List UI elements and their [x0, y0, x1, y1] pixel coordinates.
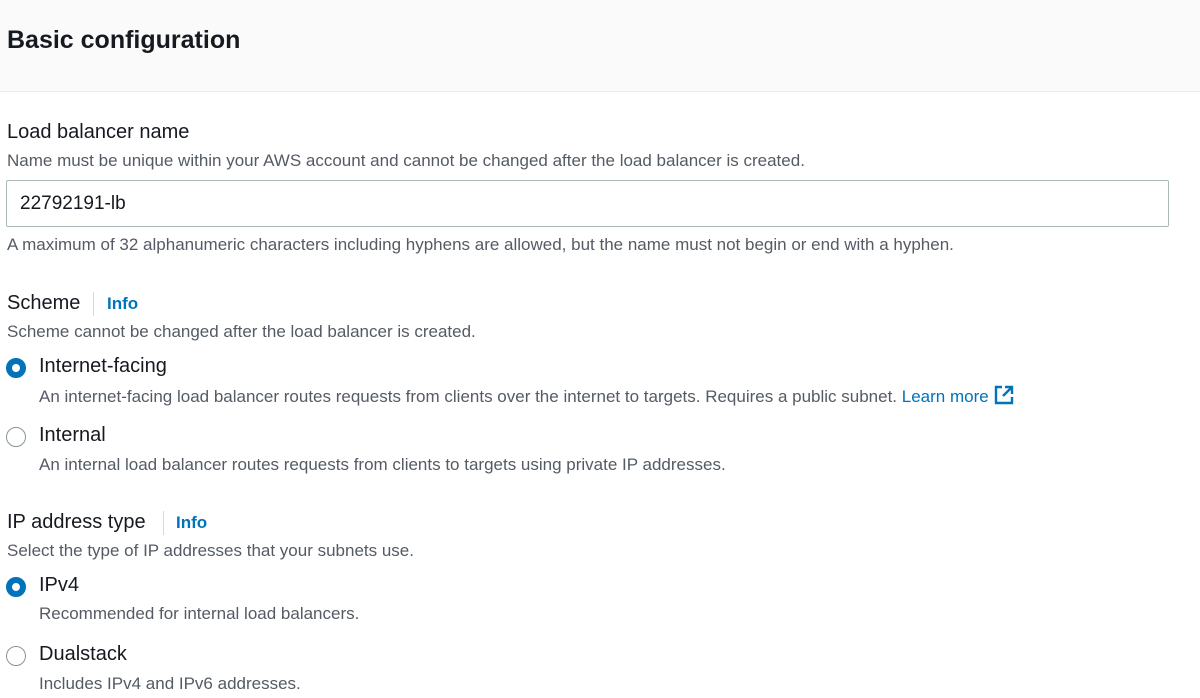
scheme-label: Scheme [7, 292, 81, 314]
scheme-internet-facing-label[interactable]: Internet-facing [39, 355, 167, 378]
ip-type-ipv4-radio[interactable] [6, 577, 26, 597]
section-header: Basic configuration [0, 0, 1200, 92]
learn-more-link[interactable]: Learn more [902, 385, 1014, 406]
learn-more-link-text[interactable]: Learn more [902, 387, 989, 406]
ip-type-ipv4-description: Recommended for internal load balancers. [39, 604, 360, 623]
scheme-internal-radio[interactable] [6, 427, 26, 447]
ip-address-type-info-link[interactable]: Info [176, 513, 207, 533]
scheme-info-link[interactable]: Info [107, 294, 138, 314]
ip-type-dualstack-radio[interactable] [6, 646, 26, 666]
load-balancer-name-constraint: A maximum of 32 alphanumeric characters … [7, 235, 954, 254]
scheme-internet-facing-description-text: An internet-facing load balancer routes … [39, 387, 898, 406]
ip-address-type-info-divider [163, 511, 164, 535]
load-balancer-name-input[interactable] [6, 180, 1169, 227]
scheme-internal-description: An internal load balancer routes request… [39, 455, 726, 474]
section-title: Basic configuration [7, 26, 241, 54]
scheme-description: Scheme cannot be changed after the load … [7, 322, 476, 341]
ip-address-type-description: Select the type of IP addresses that you… [7, 541, 414, 560]
ip-type-ipv4-label[interactable]: IPv4 [39, 574, 79, 597]
scheme-internal-label[interactable]: Internal [39, 424, 106, 447]
scheme-internet-facing-description: An internet-facing load balancer routes … [39, 385, 1014, 410]
ip-type-dualstack-description: Includes IPv4 and IPv6 addresses. [39, 674, 301, 693]
scheme-info-divider [93, 292, 94, 316]
external-link-icon [994, 385, 1014, 410]
ip-type-dualstack-label[interactable]: Dualstack [39, 643, 127, 666]
load-balancer-name-description: Name must be unique within your AWS acco… [7, 151, 805, 170]
load-balancer-name-label: Load balancer name [7, 121, 190, 143]
ip-address-type-label: IP address type [7, 511, 146, 533]
scheme-internet-facing-radio[interactable] [6, 358, 26, 378]
